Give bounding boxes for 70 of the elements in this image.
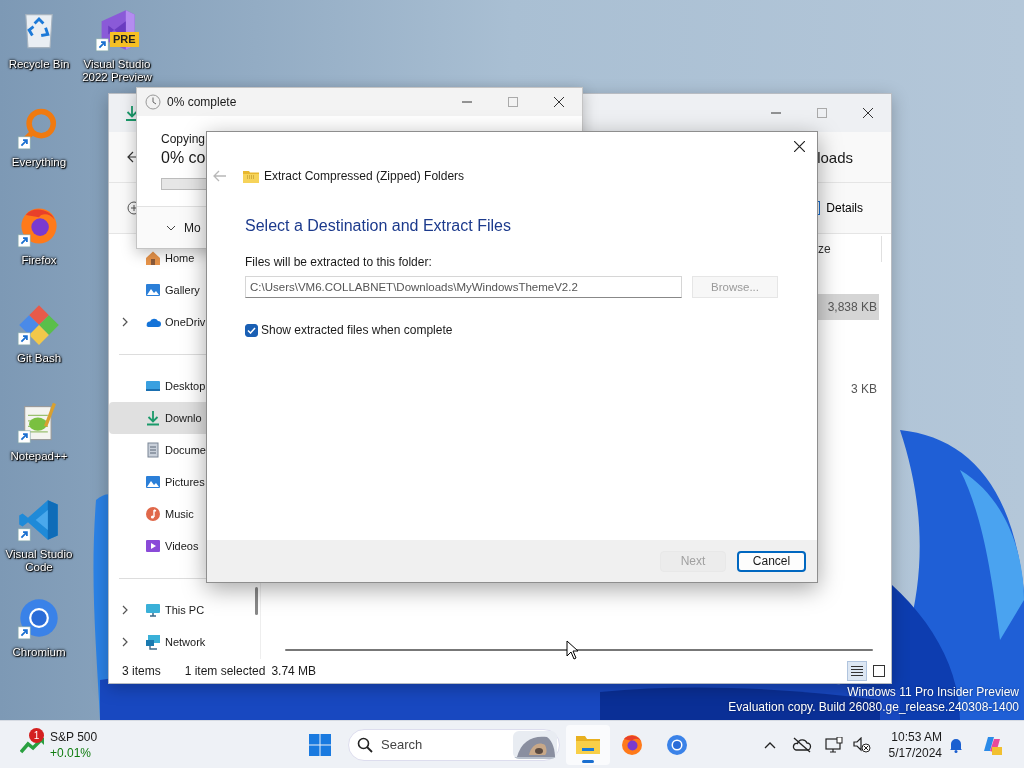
network-icon [145,634,161,650]
chevron-icon[interactable] [121,637,129,647]
search-field[interactable]: Search [379,736,493,753]
house-icon [145,250,161,266]
clock[interactable]: 10:53 AM 5/17/2024 [884,728,942,761]
speaker-muted-icon [853,736,871,753]
sidebar-item[interactable]: Network [109,626,256,658]
check-icon [247,326,256,334]
search-icon [357,736,373,753]
more-details-toggle[interactable]: Mo [184,220,201,235]
checkbox-label[interactable]: Show extracted files when complete [261,323,453,337]
file-size-cell[interactable]: 3,838 KB [817,294,879,320]
file-size-cell[interactable]: 3 KB [817,376,879,402]
monitor-icon [825,736,843,753]
progress-text: 0% co [161,148,207,168]
bell-icon [949,736,963,753]
cursor-icon [566,640,580,660]
image-icon [145,474,161,490]
desktop-icon [145,378,161,394]
maximize-icon [508,97,518,107]
maximize-icon [817,108,827,118]
notification-badge: 1 [29,727,44,743]
view-button[interactable] [847,661,867,681]
breadcrumb-text[interactable]: loads [817,148,853,166]
field-label: Files will be extracted to this folder: [245,254,433,270]
zip-folder-icon [243,169,259,183]
document-icon [145,442,161,458]
tiles-view-icon [873,665,885,677]
details-view-icon [851,665,863,677]
watermark-text: Evaluation copy. Build 26080.ge_release.240308-1400 [728,700,1019,715]
clock-date: 5/17/2024 [888,744,942,761]
fox-globe-icon [620,732,644,757]
chevron-icon[interactable] [121,317,129,327]
music-icon [145,506,161,522]
folder-icon [576,733,600,756]
status-text: 1 item selected [184,664,266,678]
download-icon [145,410,161,426]
widget-title[interactable]: S&P 500 [50,728,98,745]
close-icon [863,108,873,118]
video-icon [145,538,161,554]
download-icon [125,105,139,121]
search-bar[interactable]: Search [348,728,560,761]
window-title: 0% complete [167,95,237,109]
scrollbar[interactable] [255,587,258,615]
circle-logo-icon [665,732,689,757]
status-text: 3.74 MB [271,664,317,678]
sidebar-item[interactable]: This PC [109,594,256,626]
image-icon [145,282,161,298]
taskbar-app-button[interactable] [566,724,610,765]
close-icon [554,97,564,107]
status-text: 3 items [122,664,161,678]
watermark-text: Windows 11 Pro Insider Preview [847,685,1019,700]
scrollbar[interactable] [285,649,873,651]
cloud-off-icon [792,736,812,753]
clock-icon [145,94,161,110]
checkbox[interactable] [245,323,258,337]
dialog-heading: Select a Destination and Extract Files [245,216,512,236]
chevron-up-icon [764,740,776,749]
preview-badge: PRE [110,32,139,47]
dialog-title: Extract Compressed (Zipped) Folders [264,169,465,183]
close-icon [793,140,805,152]
monitor-icon [145,602,161,618]
chevron-icon[interactable] [121,605,129,615]
path-field[interactable]: C:\Users\VM6.COLLABNET\Downloads\MyWindowsThemeV2.2 [245,276,682,298]
widget-change: +0.01% [50,744,93,761]
clock-time: 10:53 AM [891,728,942,745]
chevron-icon [166,224,176,231]
dialog-button[interactable]: Cancel [737,550,806,572]
operation-text: Copying [161,132,207,146]
windows-logo-icon [309,733,331,756]
